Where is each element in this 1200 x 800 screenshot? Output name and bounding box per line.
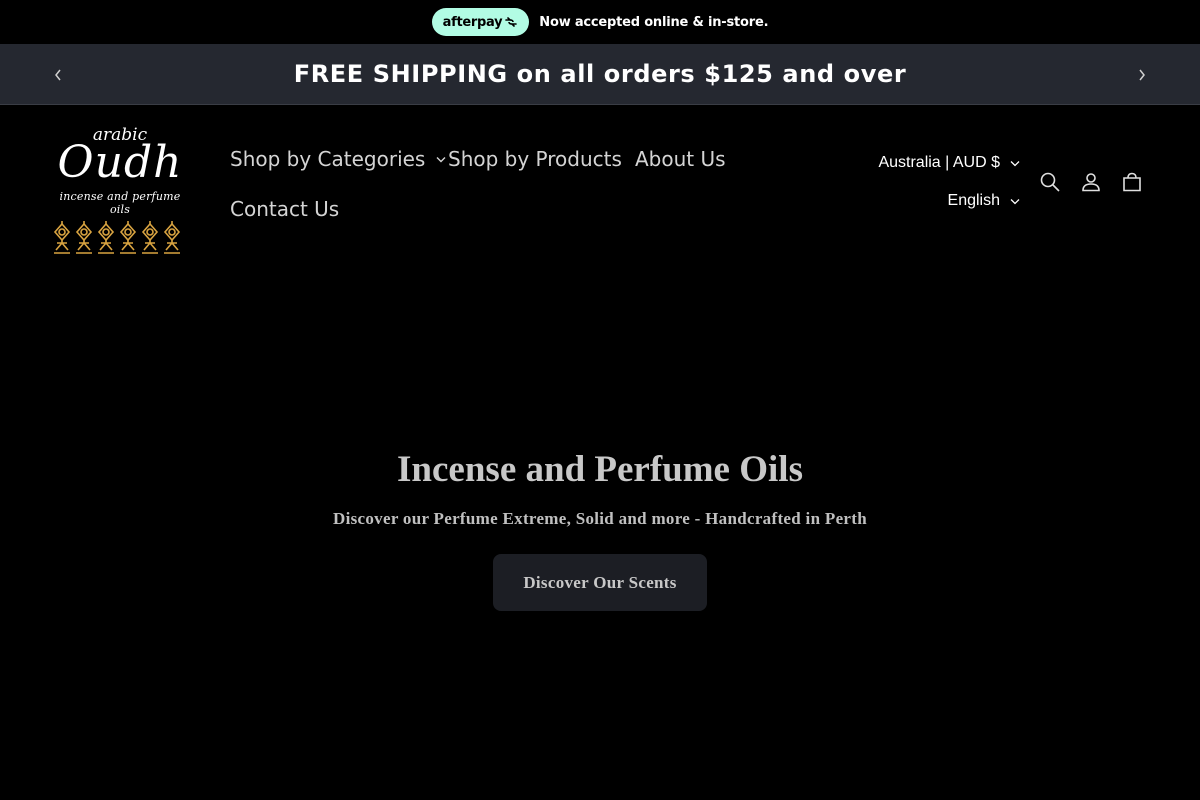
chevron-down-icon xyxy=(1010,160,1020,166)
cart-button[interactable] xyxy=(1119,169,1145,195)
afterpay-logo: afterpay xyxy=(431,8,530,36)
nav-shop-by-products[interactable]: Shop by Products xyxy=(448,147,622,171)
hero-banner: Incense and Perfume Oils Discover our Pe… xyxy=(0,265,1200,800)
logo-pattern-ornament xyxy=(53,220,181,254)
discover-scents-button[interactable]: Discover Our Scents xyxy=(493,554,707,611)
nav-shop-by-categories[interactable]: Shop by Categories xyxy=(230,147,446,171)
announcement-prev-button[interactable] xyxy=(47,64,69,86)
announcement-next-button[interactable] xyxy=(1131,64,1153,86)
nav-item-label: Shop by Categories xyxy=(230,147,426,171)
language-value: English xyxy=(947,192,1000,209)
afterpay-arrows-icon xyxy=(505,17,518,27)
chevron-down-icon xyxy=(436,156,446,162)
hero-title: Incense and Perfume Oils xyxy=(397,449,803,490)
nav-contact-us[interactable]: Contact Us xyxy=(230,197,339,221)
account-button[interactable] xyxy=(1078,169,1104,195)
announcement-bar: FREE SHIPPING on all orders $125 and ove… xyxy=(0,44,1200,105)
site-logo[interactable]: arabic Oudh incense and perfume oils xyxy=(50,125,190,257)
cart-icon xyxy=(1123,172,1141,192)
afterpay-label: afterpay xyxy=(442,14,503,30)
hero-subtitle: Discover our Perfume Extreme, Solid and … xyxy=(333,509,867,528)
chevron-left-icon xyxy=(55,69,61,81)
search-button[interactable] xyxy=(1037,169,1063,195)
chevron-right-icon xyxy=(1139,69,1145,81)
announcement-text: FREE SHIPPING on all orders $125 and ove… xyxy=(293,60,907,88)
afterpay-promo-bar: afterpay Now accepted online & in-store. xyxy=(0,0,1200,44)
logo-main-text: Oudh xyxy=(57,137,183,188)
account-icon xyxy=(1082,173,1100,192)
language-selector[interactable]: English xyxy=(948,192,1020,210)
country-currency-value: Australia | AUD $ xyxy=(878,154,1000,171)
logo-sub-text: incense and perfume oils xyxy=(59,190,181,216)
country-currency-selector[interactable]: Australia | AUD $ xyxy=(878,154,1020,172)
site-header: arabic Oudh incense and perfume oils Sho… xyxy=(0,105,1200,265)
nav-about-us[interactable]: About Us xyxy=(635,147,726,171)
promo-text: Now accepted online & in-store. xyxy=(539,14,769,30)
search-icon xyxy=(1040,172,1060,192)
chevron-down-icon xyxy=(1010,198,1020,204)
